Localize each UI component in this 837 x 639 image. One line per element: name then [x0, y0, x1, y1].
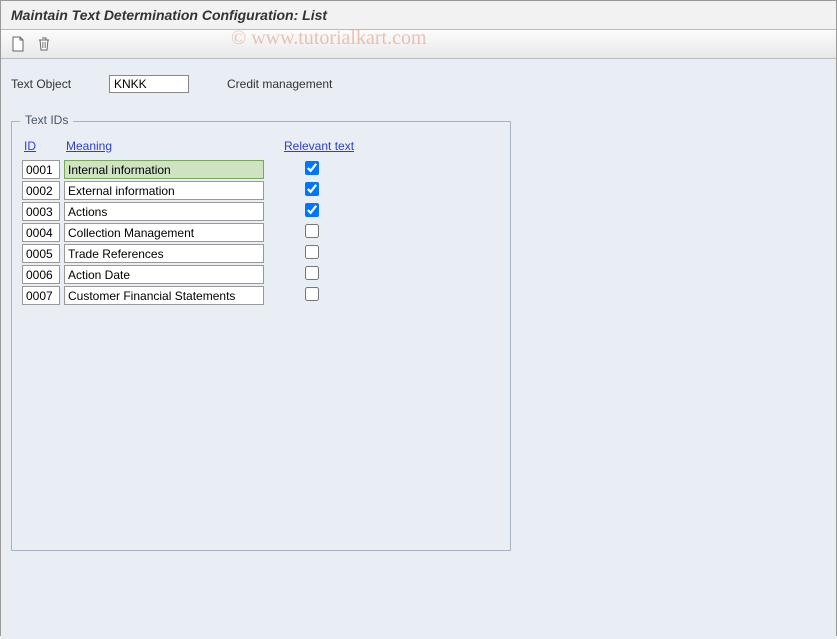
- relevant-checkbox[interactable]: [305, 161, 319, 175]
- table-row: [20, 180, 358, 201]
- text-object-input[interactable]: [109, 75, 189, 93]
- id-cell-input[interactable]: [22, 286, 60, 305]
- col-header-relevant[interactable]: Relevant text: [266, 136, 358, 159]
- toolbar: [1, 30, 836, 59]
- delete-button[interactable]: [33, 33, 55, 55]
- text-ids-table: ID Meaning Relevant text: [20, 136, 358, 306]
- id-cell-input[interactable]: [22, 160, 60, 179]
- relevant-checkbox[interactable]: [305, 266, 319, 280]
- new-button[interactable]: [7, 33, 29, 55]
- meaning-cell-input[interactable]: [64, 286, 264, 305]
- col-header-meaning[interactable]: Meaning: [62, 136, 266, 159]
- text-object-label: Text Object: [11, 77, 91, 91]
- id-cell-input[interactable]: [22, 244, 60, 263]
- id-cell-input[interactable]: [22, 265, 60, 284]
- table-row: [20, 264, 358, 285]
- group-title: Text IDs: [20, 113, 73, 127]
- relevant-checkbox[interactable]: [305, 224, 319, 238]
- id-cell-input[interactable]: [22, 181, 60, 200]
- meaning-cell-input[interactable]: [64, 265, 264, 284]
- meaning-cell-input[interactable]: [64, 223, 264, 242]
- meaning-cell-input[interactable]: [64, 244, 264, 263]
- content-area: Text Object Credit management Text IDs I…: [1, 59, 836, 639]
- page-title: Maintain Text Determination Configuratio…: [11, 7, 826, 23]
- table-row: [20, 222, 358, 243]
- meaning-cell-input[interactable]: [64, 202, 264, 221]
- id-cell-input[interactable]: [22, 223, 60, 242]
- table-row: [20, 285, 358, 306]
- relevant-checkbox[interactable]: [305, 182, 319, 196]
- meaning-cell-input[interactable]: [64, 181, 264, 200]
- table-row: [20, 201, 358, 222]
- text-object-row: Text Object Credit management: [11, 75, 826, 93]
- text-object-description: Credit management: [227, 77, 332, 91]
- relevant-checkbox[interactable]: [305, 245, 319, 259]
- trash-icon: [37, 36, 51, 52]
- table-row: [20, 159, 358, 180]
- new-document-icon: [11, 36, 25, 52]
- meaning-cell-input[interactable]: [64, 160, 264, 179]
- title-bar: Maintain Text Determination Configuratio…: [1, 1, 836, 30]
- text-ids-group: Text IDs ID Meaning Relevant text: [11, 121, 511, 551]
- relevant-checkbox[interactable]: [305, 287, 319, 301]
- table-row: [20, 243, 358, 264]
- relevant-checkbox[interactable]: [305, 203, 319, 217]
- col-header-id[interactable]: ID: [20, 136, 62, 159]
- id-cell-input[interactable]: [22, 202, 60, 221]
